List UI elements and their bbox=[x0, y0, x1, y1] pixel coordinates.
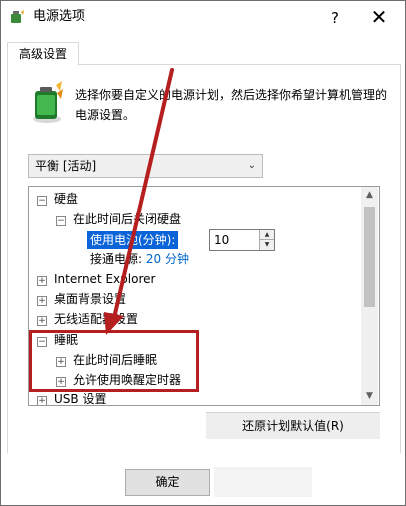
tree-item-label: USB 设置 bbox=[54, 392, 107, 406]
power-options-window: 电源选项 ? ✕ 高级设置 选择你要自定义的电源计划，然后选择你希望计算机管理的… bbox=[0, 0, 406, 506]
spinner-down-icon[interactable]: ▼ bbox=[260, 240, 274, 250]
expand-icon[interactable]: + bbox=[56, 357, 66, 367]
power-options-icon bbox=[11, 10, 24, 23]
expand-icon[interactable]: + bbox=[37, 316, 47, 326]
spinner-buttons: ▲ ▼ bbox=[259, 230, 274, 250]
tree-item-wake-timers[interactable]: + 允许使用唤醒定时器 bbox=[56, 370, 181, 390]
tree-item-internet-explorer[interactable]: + Internet Explorer bbox=[37, 269, 155, 289]
cancel-button-area bbox=[214, 467, 312, 497]
tree-item-hard-disk[interactable]: − 硬盘 bbox=[37, 189, 78, 209]
vertical-scrollbar[interactable]: ▲ ▼ bbox=[361, 187, 378, 405]
settings-tree[interactable]: − 硬盘 − 在此时间后关闭硬盘 使用电池(分钟): 10 ▲ ▼ 接通电源: 20… bbox=[28, 186, 380, 406]
tree-item-label: 在此时间后睡眠 bbox=[73, 353, 158, 367]
tree-item-sleep-after[interactable]: + 在此时间后睡眠 bbox=[56, 350, 157, 370]
tree-item-usb-settings[interactable]: + USB 设置 bbox=[37, 389, 107, 406]
tree-item-label: 无线适配器设置 bbox=[54, 312, 139, 326]
tree-item-desktop-background[interactable]: + 桌面背景设置 bbox=[37, 289, 126, 309]
tree-item-on-battery[interactable]: 使用电池(分钟): bbox=[87, 230, 179, 250]
battery-minutes-value[interactable]: 10 bbox=[214, 230, 229, 250]
title-bar: 电源选项 ? ✕ bbox=[1, 1, 405, 34]
tree-item-sleep[interactable]: − 睡眠 bbox=[37, 330, 78, 350]
spinner-up-icon[interactable]: ▲ bbox=[260, 230, 274, 240]
scroll-up-icon[interactable]: ▲ bbox=[361, 187, 378, 204]
tab-advanced-settings[interactable]: 高级设置 bbox=[7, 42, 79, 66]
tree-item-wireless-adapter[interactable]: + 无线适配器设置 bbox=[37, 309, 138, 329]
plugged-in-value-link[interactable]: 20 分钟 bbox=[146, 252, 189, 266]
expand-icon[interactable]: + bbox=[37, 276, 47, 286]
on-battery-label: 使用电池(分钟): bbox=[87, 231, 179, 249]
expand-icon[interactable]: + bbox=[37, 296, 47, 306]
tree-item-label: 在此时间后关闭硬盘 bbox=[73, 212, 182, 226]
plugged-in-label: 接通电源: bbox=[90, 252, 143, 266]
scrollbar-thumb[interactable] bbox=[364, 207, 375, 307]
tree-item-label: 允许使用唤醒定时器 bbox=[73, 373, 182, 387]
expand-icon[interactable]: + bbox=[56, 377, 66, 387]
help-button[interactable]: ? bbox=[323, 7, 347, 29]
window-title: 电源选项 bbox=[33, 9, 86, 24]
expand-icon[interactable]: + bbox=[37, 396, 47, 405]
close-button[interactable]: ✕ bbox=[363, 5, 395, 29]
tree-item-label: 睡眠 bbox=[54, 333, 79, 347]
chevron-down-icon: ⌄ bbox=[247, 160, 256, 171]
battery-power-icon bbox=[33, 81, 63, 123]
battery-minutes-spinner[interactable]: 10 ▲ ▼ bbox=[209, 229, 275, 251]
power-plan-select[interactable]: 平衡 [活动] ⌄ bbox=[28, 154, 263, 178]
collapse-icon[interactable]: − bbox=[37, 196, 47, 206]
scroll-down-icon[interactable]: ▼ bbox=[361, 388, 378, 405]
tree-item-label: 桌面背景设置 bbox=[54, 292, 127, 306]
restore-defaults-button[interactable]: 还原计划默认值(R) bbox=[206, 412, 380, 439]
tree-item-plugged-in[interactable]: 接通电源: 20 分钟 bbox=[90, 249, 189, 269]
tree-item-label: Internet Explorer bbox=[54, 272, 156, 286]
collapse-icon[interactable]: − bbox=[37, 337, 47, 347]
tree-item-turn-off-hard-disk[interactable]: − 在此时间后关闭硬盘 bbox=[56, 209, 181, 229]
tree-item-label: 硬盘 bbox=[54, 192, 79, 206]
collapse-icon[interactable]: − bbox=[56, 216, 66, 226]
ok-button[interactable]: 确定 bbox=[125, 469, 210, 496]
description-text: 选择你要自定义的电源计划，然后选择你希望计算机管理的电源设置。 bbox=[75, 88, 388, 122]
power-plan-value: 平衡 [活动] bbox=[35, 159, 97, 173]
